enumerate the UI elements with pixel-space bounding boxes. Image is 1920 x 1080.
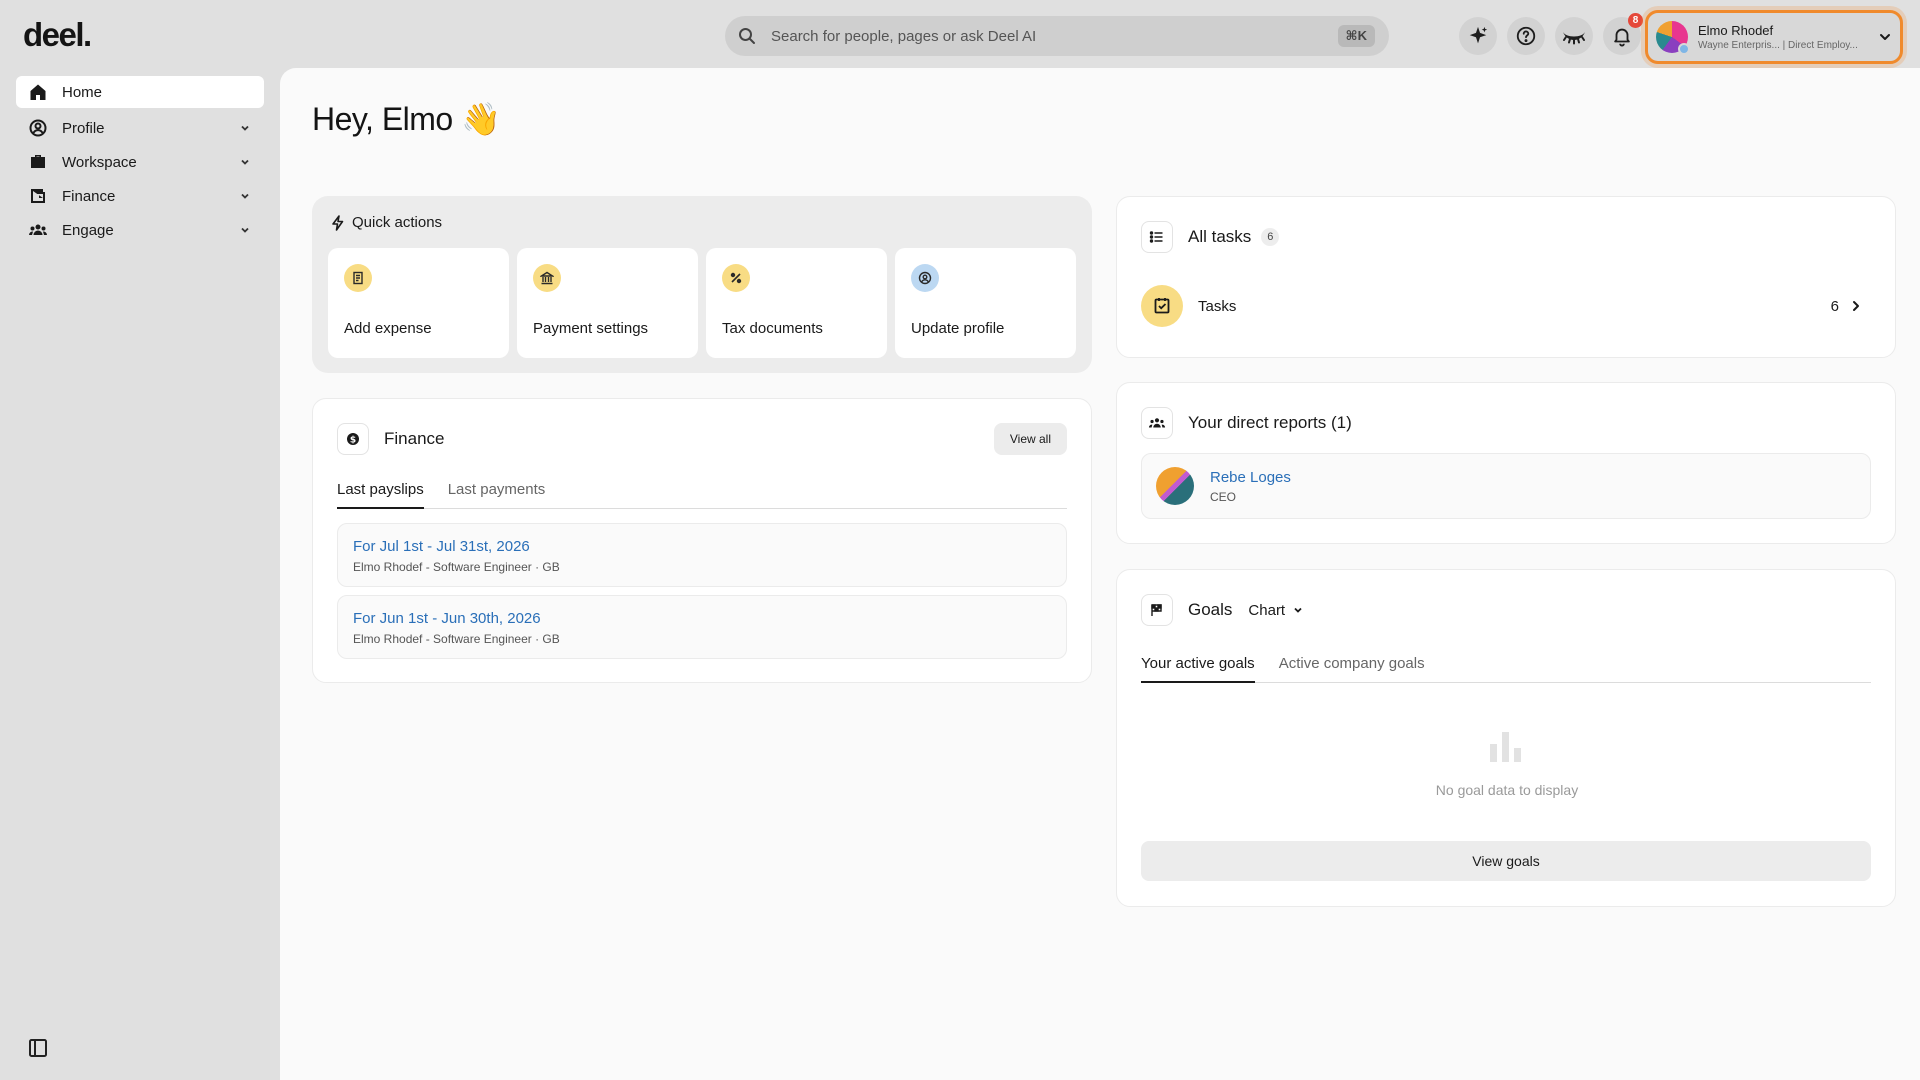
notifications-button[interactable]: 8 <box>1603 13 1643 55</box>
quick-action-label: Payment settings <box>533 320 649 337</box>
tasks-count-badge: 6 <box>1261 228 1280 246</box>
checkbox-task-icon <box>1141 285 1183 327</box>
goals-empty-state: No goal data to display <box>1435 782 1579 798</box>
tab-your-active-goals[interactable]: Your active goals <box>1141 655 1255 683</box>
list-icon <box>1141 221 1173 253</box>
quick-action-update-profile[interactable]: Update profile <box>895 248 1076 358</box>
help-button[interactable] <box>1507 17 1545 55</box>
quick-action-label: Tax documents <box>722 320 823 337</box>
direct-reports-card: Your direct reports (1) Rebe Loges CEO <box>1116 382 1896 544</box>
svg-text:$: $ <box>350 436 356 446</box>
finance-tabs: Last payslips Last payments <box>337 481 1067 509</box>
search-input[interactable] <box>771 27 1338 45</box>
profile-icon <box>911 264 939 292</box>
ai-assistant-button[interactable] <box>1459 17 1497 55</box>
chevron-down-icon <box>238 155 252 169</box>
goals-view-label: Chart <box>1248 601 1286 619</box>
sidebar-item-engage[interactable]: Engage <box>16 214 264 246</box>
tasks-card: All tasks 6 Tasks 6 <box>1116 196 1896 358</box>
sidebar-item-label: Finance <box>62 187 116 205</box>
bar-chart-icon <box>1488 730 1524 762</box>
quick-action-label: Update profile <box>911 320 1005 337</box>
finance-view-all-button[interactable]: View all <box>993 423 1067 455</box>
bell-icon <box>1611 25 1633 47</box>
sidebar-collapse-icon[interactable] <box>27 1037 49 1059</box>
quick-action-tax-documents[interactable]: Tax documents <box>706 248 887 358</box>
flag-icon <box>1141 594 1173 626</box>
chevron-down-icon <box>238 189 252 203</box>
search-shortcut-badge: ⌘K <box>1337 25 1375 47</box>
goals-tabs: Your active goals Active company goals <box>1141 655 1871 683</box>
help-icon <box>1515 25 1537 47</box>
payslip-item[interactable]: For Jun 1st - Jun 30th, 2026 Elmo Rhodef… <box>337 595 1067 659</box>
user-account-menu[interactable]: Elmo Rhodef Wayne Enterpris... | Direct … <box>1645 10 1903 64</box>
hide-sensitive-data-button[interactable] <box>1555 17 1593 55</box>
goals-title: Goals <box>1188 600 1233 619</box>
direct-reports-title: Your direct reports (1) <box>1188 413 1352 432</box>
sidebar-item-workspace[interactable]: Workspace <box>16 146 264 178</box>
global-search[interactable]: ⌘K <box>725 16 1389 56</box>
direct-report-role: CEO <box>1210 489 1237 504</box>
goals-card: Goals Chart Your active goals Active com… <box>1116 569 1896 907</box>
dollar-icon: $ <box>337 423 369 455</box>
tab-last-payslips[interactable]: Last payslips <box>337 481 424 509</box>
bank-icon <box>533 264 561 292</box>
finance-card: $ Finance View all Last payslips Last pa… <box>312 398 1092 683</box>
sidebar-item-finance[interactable]: Finance <box>16 180 264 212</box>
user-avatar <box>1656 21 1690 55</box>
payslip-details: Elmo Rhodef - Software Engineer · GB <box>353 560 560 574</box>
sidebar-item-label: Home <box>62 83 103 101</box>
search-icon <box>737 26 757 46</box>
page-greeting: Hey, Elmo 👋 <box>312 101 501 137</box>
user-organization: Wayne Enterpris... | Direct Employ... <box>1698 40 1858 51</box>
chevron-right-icon <box>1849 299 1863 313</box>
quick-action-payment-settings[interactable]: Payment settings <box>517 248 698 358</box>
notification-count-badge: 8 <box>1628 13 1643 28</box>
tasks-row[interactable]: Tasks 6 <box>1141 285 1863 327</box>
status-dot <box>1678 43 1690 55</box>
receipt-icon <box>344 264 372 292</box>
direct-report-item[interactable]: Rebe Loges CEO <box>1141 453 1871 519</box>
sidebar-item-label: Engage <box>62 221 114 239</box>
tab-last-payments[interactable]: Last payments <box>448 481 546 508</box>
briefcase-icon <box>28 152 48 172</box>
quick-actions-title: Quick actions <box>352 214 443 231</box>
tasks-row-count: 6 <box>1830 297 1839 315</box>
direct-report-name-link[interactable]: Rebe Loges <box>1210 469 1291 486</box>
chevron-down-icon <box>1878 30 1892 44</box>
sidebar-item-profile[interactable]: Profile <box>16 112 264 144</box>
chevron-down-icon <box>238 223 252 237</box>
deel-logo[interactable]: deel. <box>23 16 92 54</box>
tasks-title: All tasks <box>1188 227 1252 246</box>
finance-title: Finance <box>384 429 445 448</box>
tab-active-company-goals[interactable]: Active company goals <box>1279 655 1425 682</box>
user-circle-icon <box>28 118 48 138</box>
payslip-item[interactable]: For Jul 1st - Jul 31st, 2026 Elmo Rhodef… <box>337 523 1067 587</box>
sparkle-icon <box>1467 25 1489 47</box>
user-name: Elmo Rhodef <box>1698 23 1774 38</box>
goals-view-dropdown[interactable]: Chart <box>1248 602 1304 619</box>
payslip-period-link[interactable]: For Jul 1st - Jul 31st, 2026 <box>353 538 1066 555</box>
quick-actions-panel: Quick actions Add expense Payment settin… <box>312 196 1092 373</box>
people-icon <box>28 220 48 240</box>
home-icon <box>28 82 48 102</box>
percent-icon <box>722 264 750 292</box>
quick-action-add-expense[interactable]: Add expense <box>328 248 509 358</box>
sidebar-item-home[interactable]: Home <box>16 76 264 108</box>
chevron-down-icon <box>238 121 252 135</box>
quick-action-label: Add expense <box>344 320 432 337</box>
lightning-icon <box>330 214 352 231</box>
tasks-row-label: Tasks <box>1198 297 1237 315</box>
sidebar-item-label: Workspace <box>62 153 137 171</box>
chevron-down-icon <box>1285 604 1304 616</box>
eye-closed-icon <box>1561 25 1587 47</box>
avatar <box>1156 467 1194 505</box>
wallet-icon <box>28 186 48 206</box>
payslip-details: Elmo Rhodef - Software Engineer · GB <box>353 632 560 646</box>
team-icon <box>1141 407 1173 439</box>
sidebar-item-label: Profile <box>62 119 105 137</box>
payslip-period-link[interactable]: For Jun 1st - Jun 30th, 2026 <box>353 610 1066 627</box>
view-goals-button[interactable]: View goals <box>1141 841 1871 881</box>
